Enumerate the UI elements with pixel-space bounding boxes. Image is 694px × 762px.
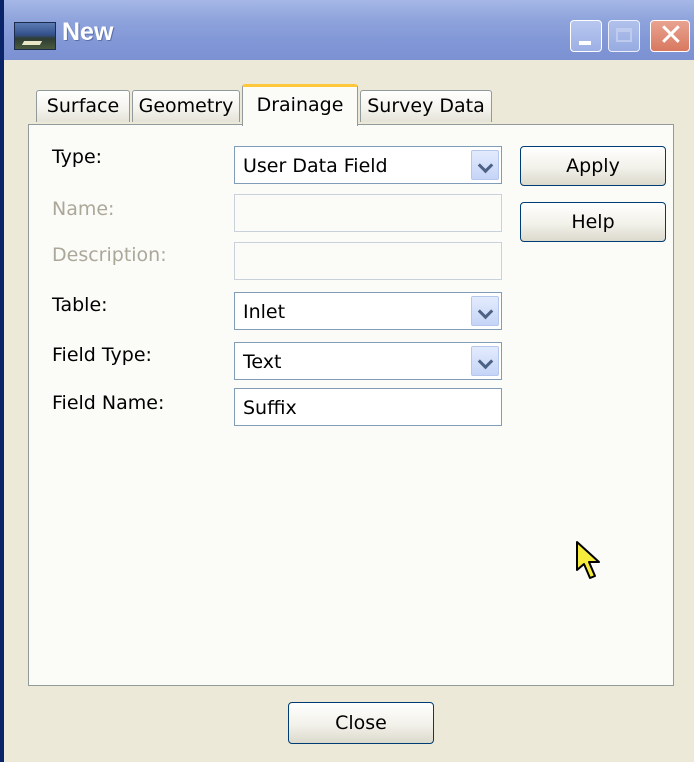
mouse-pointer-icon [576, 541, 600, 579]
maximize-button[interactable] [608, 20, 640, 52]
field-name-value: Suffix [243, 397, 297, 419]
description-label: Description: [52, 244, 167, 266]
table-label: Table: [52, 294, 108, 316]
field-type-dropdown[interactable]: Text [234, 342, 502, 380]
tab-geometry[interactable]: Geometry [132, 90, 240, 122]
close-icon: ✕ [658, 18, 684, 53]
chevron-down-icon[interactable] [471, 150, 499, 180]
app-icon [14, 22, 56, 50]
minimize-icon [579, 41, 591, 45]
description-field [234, 242, 502, 280]
table-dropdown[interactable]: Inlet [234, 292, 502, 330]
type-dropdown[interactable]: User Data Field [234, 146, 502, 184]
type-value: User Data Field [243, 155, 388, 177]
chevron-down-icon[interactable] [471, 346, 499, 376]
close-button[interactable]: Close [288, 702, 434, 744]
field-type-value: Text [243, 351, 282, 373]
maximize-icon [616, 28, 632, 42]
apply-button[interactable]: Apply [520, 146, 666, 186]
minimize-button[interactable] [570, 20, 602, 52]
tab-surface[interactable]: Surface [36, 90, 130, 122]
table-value: Inlet [243, 301, 286, 323]
name-field [234, 194, 502, 232]
field-type-label: Field Type: [52, 344, 152, 366]
field-name-input[interactable]: Suffix [234, 388, 502, 426]
tab-survey-data[interactable]: Survey Data [360, 90, 492, 122]
type-label: Type: [52, 146, 103, 168]
help-button[interactable]: Help [520, 202, 666, 242]
chevron-down-icon[interactable] [471, 296, 499, 326]
title-bar[interactable]: New ✕ [4, 0, 694, 60]
dialog-window: New ✕ Surface Geometry Drainage Survey D… [0, 0, 694, 762]
name-label: Name: [52, 198, 115, 220]
field-name-label: Field Name: [52, 392, 165, 414]
tab-drainage[interactable]: Drainage [242, 84, 358, 126]
close-window-button[interactable]: ✕ [650, 18, 690, 53]
window-title: New [62, 18, 114, 46]
